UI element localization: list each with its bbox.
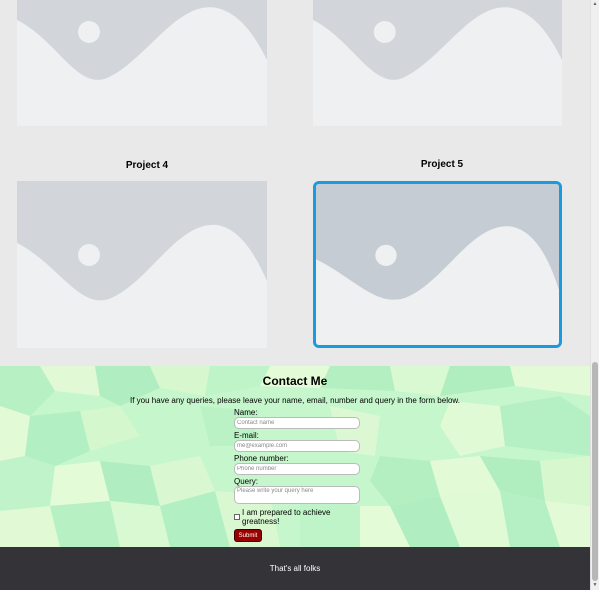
placeholder-image-icon xyxy=(17,0,267,126)
project-image[interactable] xyxy=(17,181,267,348)
placeholder-image-icon xyxy=(313,0,562,126)
project-title: Project 4 xyxy=(125,160,169,171)
scrollbar-thumb[interactable] xyxy=(592,362,598,581)
name-field[interactable] xyxy=(234,417,360,429)
project-title: Project 5 xyxy=(420,159,464,170)
contact-heading: Contact Me xyxy=(262,374,328,388)
name-label: Name: xyxy=(234,408,258,417)
phone-label: Phone number: xyxy=(234,454,289,463)
email-label: E-mail: xyxy=(234,431,259,440)
email-field[interactable] xyxy=(234,440,360,452)
contact-intro: If you have any queries, please leave yo… xyxy=(130,396,460,405)
projects-section: Project 4 Project 5 xyxy=(0,0,590,366)
placeholder-image-icon xyxy=(17,181,267,348)
project-image-selected[interactable] xyxy=(313,181,562,348)
footer-text: That's all folks xyxy=(269,564,321,573)
vertical-scrollbar[interactable]: ▲ ▼ xyxy=(590,0,599,590)
phone-field[interactable] xyxy=(234,463,360,475)
scroll-down-arrow-icon[interactable]: ▼ xyxy=(591,582,599,588)
contact-section: Contact Me If you have any queries, plea… xyxy=(0,366,590,547)
project-image[interactable] xyxy=(17,0,267,126)
query-label: Query: xyxy=(234,477,259,486)
footer: That's all folks xyxy=(0,547,590,590)
submit-button[interactable]: Submit xyxy=(234,529,262,542)
placeholder-image-icon xyxy=(316,184,559,345)
greatness-checkbox[interactable] xyxy=(234,514,240,520)
query-field[interactable] xyxy=(234,486,360,504)
greatness-checkbox-label: I am prepared to achieve greatness! xyxy=(242,508,331,526)
project-image[interactable] xyxy=(313,0,562,126)
scroll-up-arrow-icon[interactable]: ▲ xyxy=(591,1,599,7)
